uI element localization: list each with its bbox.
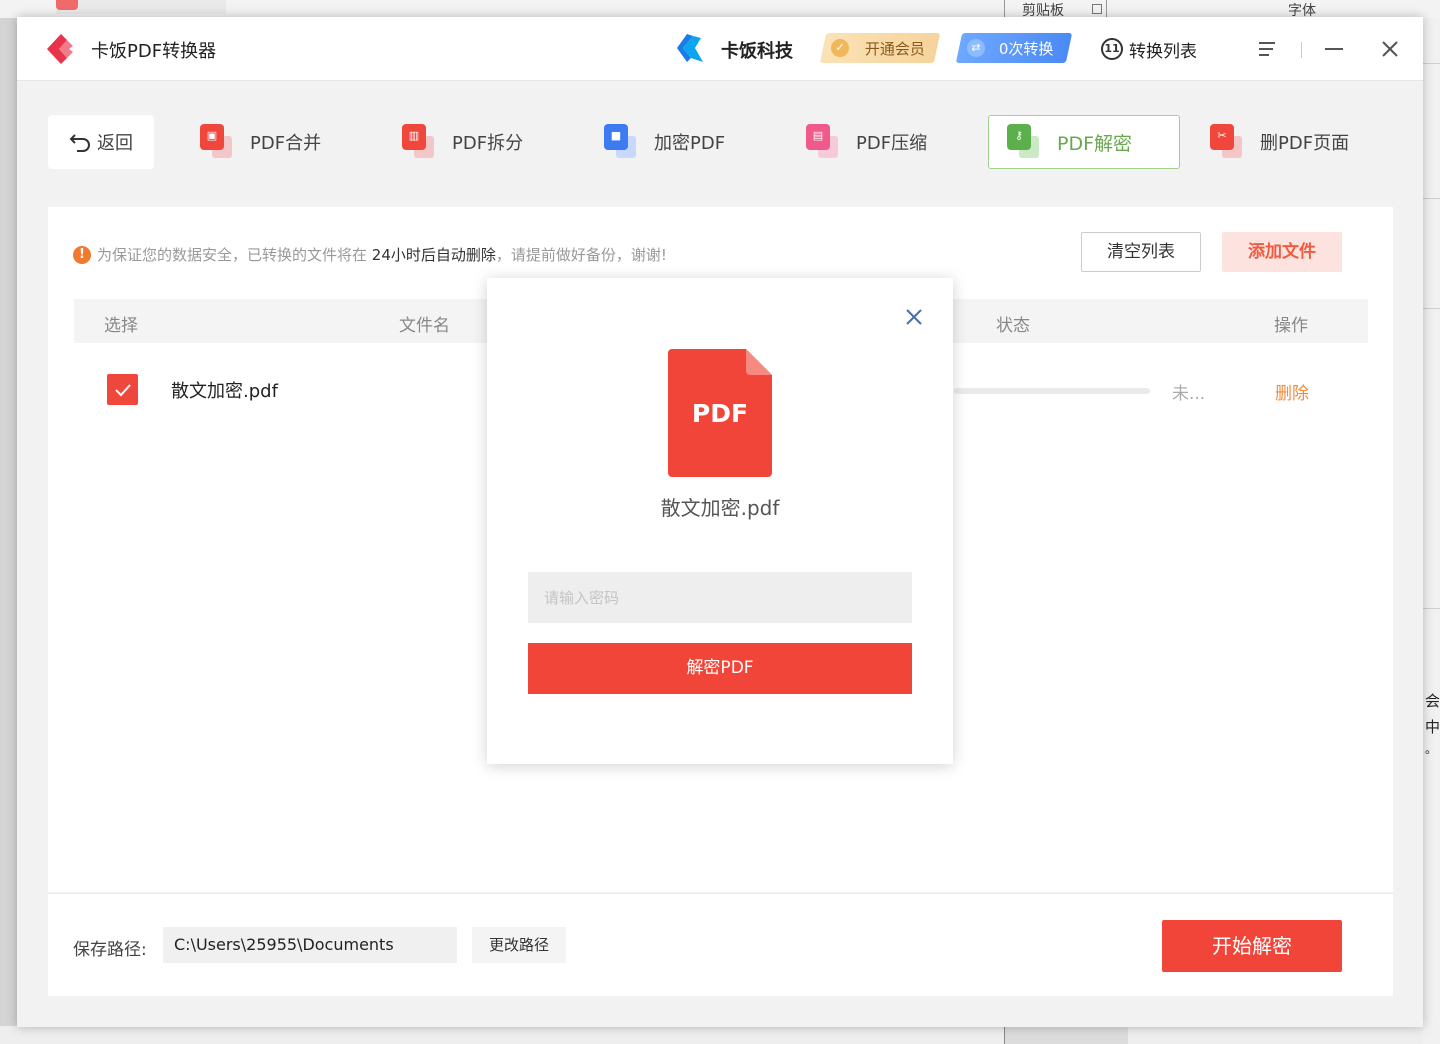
row-progress-bar	[954, 388, 1150, 394]
row-status: 未...	[1172, 384, 1206, 404]
background-table-edge	[0, 1026, 1423, 1044]
warning-icon: !	[73, 245, 91, 264]
start-decrypt-button[interactable]: 开始解密	[1162, 920, 1342, 972]
notice-highlight: 24小时后自动删除	[371, 246, 496, 264]
add-file-button[interactable]: 添加文件	[1222, 232, 1342, 272]
title-bar: 卡饭PDF转换器 卡饭科技 ✓ 开通会员 ⇄ 0次转换 11 转换列表	[17, 17, 1423, 81]
history-icon: 11	[1101, 38, 1123, 60]
tool-pdf-split[interactable]: ▥ PDF拆分	[402, 115, 523, 169]
output-bar: 保存路径: C:\Users\25955\Documents 更改路径 开始解密	[48, 893, 1393, 996]
decrypt-pdf-button[interactable]: 解密PDF	[528, 643, 912, 694]
pdf-file-icon-label: PDF	[691, 399, 749, 428]
pdf-split-icon: ▥	[402, 124, 438, 160]
crown-icon: ✓	[831, 39, 849, 57]
password-dialog: PDF 散文加密.pdf 解密PDF	[487, 278, 953, 764]
back-button[interactable]: 返回	[48, 115, 154, 169]
tool-delete-pdf-pages[interactable]: ✂ 删PDF页面	[1210, 115, 1349, 169]
close-icon[interactable]	[1379, 38, 1401, 60]
tool-pdf-compress[interactable]: ▤ PDF压缩	[806, 115, 927, 169]
vip-button[interactable]: ✓ 开通会员	[819, 33, 941, 63]
conversion-count-button[interactable]: ⇄ 0次转换	[955, 33, 1073, 63]
row-delete-link[interactable]: 删除	[1275, 379, 1309, 404]
background-char: 会	[1425, 692, 1440, 710]
menu-icon[interactable]	[1259, 41, 1277, 57]
minimize-icon[interactable]	[1325, 48, 1343, 50]
key-icon: ⚷	[1007, 124, 1043, 160]
header-filename: 文件名	[399, 316, 450, 336]
app-title: 卡饭PDF转换器	[91, 41, 217, 62]
tool-label: PDF拆分	[452, 133, 524, 154]
data-security-notice: ! 为保证您的数据安全，已转换的文件将在 24小时后自动删除，请提前做好备份，谢…	[73, 244, 667, 265]
title-divider	[1301, 42, 1302, 58]
background-document-edge: 会 中 。	[1423, 18, 1440, 1044]
tool-label: PDF解密	[1057, 132, 1133, 155]
tool-pdf-encrypt[interactable]: ■ 加密PDF	[604, 115, 725, 169]
checkmark-icon	[115, 384, 131, 397]
lock-icon: ■	[604, 124, 640, 160]
conversion-count-label: 0次转换	[998, 40, 1054, 58]
compress-icon: ▤	[806, 124, 842, 160]
return-icon	[69, 134, 90, 152]
change-path-button[interactable]: 更改路径	[472, 927, 566, 963]
background-expand-icon	[1092, 4, 1102, 14]
tool-label: PDF合并	[250, 133, 322, 154]
clear-list-button[interactable]: 清空列表	[1081, 232, 1201, 272]
brand-logo-icon	[677, 34, 703, 62]
background-fragment	[56, 0, 226, 14]
tool-pdf-decrypt[interactable]: ⚷ PDF解密	[988, 115, 1180, 169]
background-char: 。	[1425, 742, 1438, 756]
back-button-label: 返回	[97, 133, 133, 154]
dialog-close-icon[interactable]	[905, 308, 923, 326]
header-status: 状态	[996, 316, 1030, 336]
pdf-file-icon: PDF	[668, 349, 772, 477]
app-logo-icon	[47, 34, 73, 64]
save-path-field[interactable]: C:\Users\25955\Documents	[163, 927, 457, 963]
tool-label: PDF压缩	[856, 133, 928, 154]
brand-name: 卡饭科技	[721, 41, 793, 62]
vip-button-label: 开通会员	[864, 40, 925, 58]
background-char: 中	[1425, 718, 1440, 736]
conversion-list-button[interactable]: 11 转换列表	[1101, 37, 1197, 62]
notice-text: 为保证您的数据安全，已转换的文件将在	[97, 246, 372, 264]
background-app-ribbon: 剪贴板 字体	[0, 0, 1440, 19]
swap-icon: ⇄	[967, 39, 985, 57]
row-checkbox[interactable]	[107, 374, 138, 405]
tool-label: 加密PDF	[654, 133, 726, 154]
pdf-merge-icon: ▣	[200, 124, 236, 160]
dialog-filename: 散文加密.pdf	[660, 496, 780, 520]
save-path-label: 保存路径:	[73, 940, 147, 960]
tool-pdf-merge[interactable]: ▣ PDF合并	[200, 115, 321, 169]
password-input[interactable]	[528, 572, 912, 623]
conversion-list-label: 转换列表	[1129, 41, 1197, 62]
row-filename: 散文加密.pdf	[171, 381, 278, 402]
tool-label: 删PDF页面	[1260, 133, 1350, 154]
header-select: 选择	[104, 316, 138, 336]
notice-text-end: ，请提前做好备份，谢谢!	[495, 246, 667, 264]
scissors-icon: ✂	[1210, 124, 1246, 160]
header-operation: 操作	[1274, 316, 1308, 336]
